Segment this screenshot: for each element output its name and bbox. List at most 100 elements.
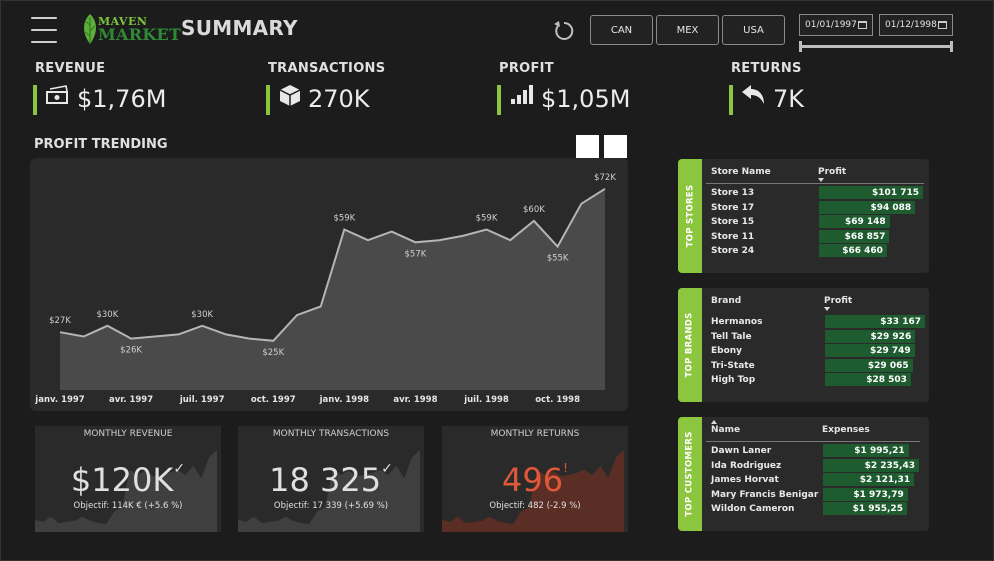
row-name: Ebony [711,346,743,357]
page-title: SUMMARY [181,16,298,40]
data-label: $25K [262,348,284,358]
table-row[interactable]: Store 17 $94 088 [711,200,923,215]
row-name: Tell Tale [711,331,752,342]
hamburger-menu-icon[interactable] [31,17,57,43]
row-value: $1 995,21 [854,446,905,456]
table-row[interactable]: Tell Tale $29 926 [711,329,923,344]
end-date-input[interactable]: 01/12/1998 [879,14,953,36]
chart-toggle-button-2[interactable] [604,135,627,158]
col-header-profit[interactable]: Profit [824,296,852,306]
top-customers-tab[interactable]: TOP CUSTOMERS [678,417,702,531]
slider-handle-end[interactable] [950,41,953,52]
col-header-store-name[interactable]: Store Name [711,167,771,177]
table-row[interactable]: High Top $28 503 [711,373,923,387]
data-label: $60K [523,205,545,215]
data-point[interactable] [199,323,205,329]
x-tick-label: janv. 1997 [34,395,84,405]
data-point[interactable] [555,244,561,250]
data-point[interactable] [247,336,253,342]
row-value: $29 749 [869,346,911,357]
sort-desc-icon [818,178,824,182]
top-brands-panel: TOP BRANDS Brand Profit Hermanos $33 167 T… [678,288,929,402]
data-point[interactable] [223,331,229,337]
table-row[interactable]: Store 15 $69 148 [711,215,923,229]
kpi-value-returns: 7K [773,85,805,113]
end-date-value: 01/12/1998 [885,20,937,30]
kpi-label-returns: RETURNS [731,61,802,76]
data-label: $27K [49,316,71,326]
card-value: 18 325✓ [238,461,424,499]
table-row[interactable]: Dawn Laner $1 995,21 [711,444,923,458]
kpi-value-revenue: $1,76M [77,85,167,113]
card-value-number: 496 [502,461,564,499]
data-point[interactable] [460,233,466,239]
slider-handle-start[interactable] [799,41,802,52]
data-point[interactable] [294,312,300,318]
data-label: $57K [405,249,427,259]
table-row[interactable]: Store 13 $101 715 [711,186,923,200]
tab-label: TOP CUSTOMERS [685,431,695,517]
chart-toggle-button-1[interactable] [576,135,599,158]
alert-icon: ! [563,461,568,475]
data-point[interactable] [341,227,347,233]
table-row[interactable]: Hermanos $33 167 [711,315,925,329]
col-header-profit[interactable]: Profit [818,167,846,177]
calendar-icon [938,21,947,29]
table-row[interactable]: Ebony $29 749 [711,344,923,358]
data-point[interactable] [602,186,608,192]
data-label: $59K [333,214,355,224]
reset-icon[interactable] [551,18,577,44]
data-point[interactable] [175,331,181,337]
table-row[interactable]: Store 24 $66 460 [711,244,923,258]
data-point[interactable] [531,218,537,224]
col-header-name[interactable]: Name [711,425,740,435]
card-subtitle: Objectif: 114K € (+5.6 %) [73,501,183,511]
row-name: Store 17 [711,202,755,213]
data-point[interactable] [81,334,87,340]
data-point[interactable] [412,239,418,245]
monthly-returns-card: MONTHLY RETURNS 496! Objectif: 482 (-2.9… [442,426,628,532]
data-point[interactable] [128,336,134,342]
data-point[interactable] [484,227,490,233]
table-row[interactable]: Ida Rodriguez $2 235,43 [711,458,923,473]
table-row[interactable]: Wildon Cameron $1 955,25 [711,502,923,516]
country-button-mex[interactable]: MEX [656,15,719,45]
return-arrow-icon [740,83,766,107]
kpi-value-transactions: 270K [308,85,370,113]
row-value: $68 857 [844,231,886,242]
top-stores-tab[interactable]: TOP STORES [678,159,702,273]
data-point[interactable] [365,237,371,243]
country-button-can[interactable]: CAN [590,15,653,45]
x-tick-label: oct. 1998 [535,395,580,405]
data-point[interactable] [389,229,395,235]
x-tick-label: avr. 1997 [109,395,153,405]
table-row[interactable]: Mary Francis Benigar $1 973,79 [711,487,923,502]
data-point[interactable] [578,201,584,207]
x-tick-label: juil. 1998 [463,395,509,405]
data-point[interactable] [57,329,63,335]
start-date-input[interactable]: 01/01/1997 [799,14,873,36]
row-name: Mary Francis Benigar [711,489,819,500]
data-point[interactable] [104,323,110,329]
sort-asc-icon [711,420,717,424]
bar-chart-icon [508,83,534,107]
table-row[interactable]: Store 11 $68 857 [711,229,923,244]
top-brands-tab[interactable]: TOP BRANDS [678,288,702,402]
card-value: $120K✓ [35,461,221,499]
date-range-slider[interactable] [801,45,953,48]
data-point[interactable] [436,237,442,243]
country-button-usa[interactable]: USA [722,15,785,45]
col-header-expenses[interactable]: Expenses [822,425,870,435]
row-name: Hermanos [711,317,763,327]
data-point[interactable] [318,304,324,310]
data-point[interactable] [507,237,513,243]
kpi-accent-bar [729,85,733,115]
sort-desc-icon [824,307,830,311]
data-point[interactable] [270,338,276,344]
data-point[interactable] [152,334,158,340]
top-stores-panel: TOP STORES Store Name Profit Store 13 $10… [678,159,929,273]
col-header-brand[interactable]: Brand [711,296,741,306]
table-row[interactable]: Tri-State $29 065 [711,358,923,373]
table-row[interactable]: James Horvat $2 121,31 [711,473,923,487]
row-name: Dawn Laner [711,446,772,456]
